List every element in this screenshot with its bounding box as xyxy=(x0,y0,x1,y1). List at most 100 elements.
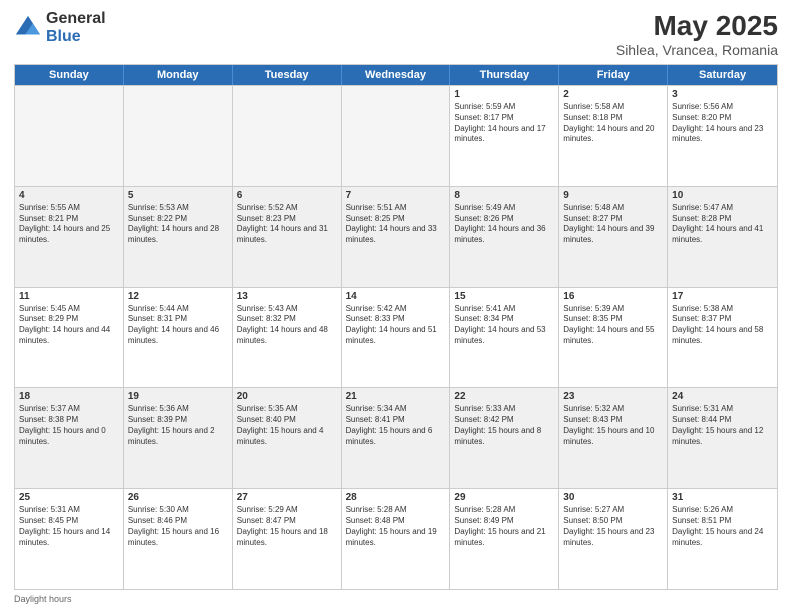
day-cell-11: 11Sunrise: 5:45 AMSunset: 8:29 PMDayligh… xyxy=(15,288,124,388)
cell-info-19: Sunrise: 5:36 AMSunset: 8:39 PMDaylight:… xyxy=(128,404,228,447)
cell-info-6: Sunrise: 5:52 AMSunset: 8:23 PMDaylight:… xyxy=(237,203,337,246)
day-cell-6: 6 Sunrise: 5:52 AMSunset: 8:23 PMDaylight… xyxy=(233,187,342,287)
day-cell-3: 3 Sunrise: 5:56 AMSunset: 8:20 PMDaylight… xyxy=(668,86,777,186)
day-number-21: 21 xyxy=(346,391,446,402)
empty-cell-0-3 xyxy=(342,86,451,186)
day-cell-7: 7Sunrise: 5:51 AMSunset: 8:25 PMDaylight… xyxy=(342,187,451,287)
footer: Daylight hours xyxy=(14,594,778,604)
day-number-20: 20 xyxy=(237,391,337,402)
cell-info-28: Sunrise: 5:28 AMSunset: 8:48 PMDaylight:… xyxy=(346,505,446,548)
day-number-9: 9 xyxy=(563,190,663,201)
day-cell-2: 2 Sunrise: 5:58 AMSunset: 8:18 PMDaylight… xyxy=(559,86,668,186)
day-cell-9: 9 Sunrise: 5:48 AMSunset: 8:27 PMDaylight… xyxy=(559,187,668,287)
day-number-30: 30 xyxy=(563,492,663,503)
day-number-19: 19 xyxy=(128,391,228,402)
cell-info-26: Sunrise: 5:30 AMSunset: 8:46 PMDaylight:… xyxy=(128,505,228,548)
cell-info-23: Sunrise: 5:32 AMSunset: 8:43 PMDaylight:… xyxy=(563,404,663,447)
header-friday: Friday xyxy=(559,65,668,85)
day-number-28: 28 xyxy=(346,492,446,503)
cell-info-4: Sunrise: 5:55 AMSunset: 8:21 PMDaylight:… xyxy=(19,203,119,246)
cell-info-12: Sunrise: 5:44 AMSunset: 8:31 PMDaylight:… xyxy=(128,304,228,347)
week-row-5: 25 Sunrise: 5:31 AMSunset: 8:45 PMDayligh… xyxy=(15,488,777,589)
day-cell-27: 27Sunrise: 5:29 AMSunset: 8:47 PMDayligh… xyxy=(233,489,342,589)
day-number-2: 2 xyxy=(563,89,663,100)
header-monday: Monday xyxy=(124,65,233,85)
cell-info-3: Sunrise: 5:56 AMSunset: 8:20 PMDaylight:… xyxy=(672,102,773,145)
cell-info-9: Sunrise: 5:48 AMSunset: 8:27 PMDaylight:… xyxy=(563,203,663,246)
day-cell-1: 1 Sunrise: 5:59 AMSunset: 8:17 PMDaylight… xyxy=(450,86,559,186)
header-sunday: Sunday xyxy=(15,65,124,85)
day-cell-10: 10 Sunrise: 5:47 AMSunset: 8:28 PMDayligh… xyxy=(668,187,777,287)
day-number-26: 26 xyxy=(128,492,228,503)
day-cell-14: 14Sunrise: 5:42 AMSunset: 8:33 PMDayligh… xyxy=(342,288,451,388)
cell-info-29: Sunrise: 5:28 AMSunset: 8:49 PMDaylight:… xyxy=(454,505,554,548)
day-cell-15: 15Sunrise: 5:41 AMSunset: 8:34 PMDayligh… xyxy=(450,288,559,388)
empty-cell-0-2 xyxy=(233,86,342,186)
logo-blue-text: Blue xyxy=(46,28,106,46)
week-row-2: 4 Sunrise: 5:55 AMSunset: 8:21 PMDaylight… xyxy=(15,186,777,287)
logo-general-text: General xyxy=(46,10,106,28)
day-cell-8: 8 Sunrise: 5:49 AMSunset: 8:26 PMDaylight… xyxy=(450,187,559,287)
day-number-11: 11 xyxy=(19,291,119,302)
cell-info-2: Sunrise: 5:58 AMSunset: 8:18 PMDaylight:… xyxy=(563,102,663,145)
logo-text: General Blue xyxy=(46,10,106,45)
cell-info-10: Sunrise: 5:47 AMSunset: 8:28 PMDaylight:… xyxy=(672,203,773,246)
day-cell-25: 25 Sunrise: 5:31 AMSunset: 8:45 PMDayligh… xyxy=(15,489,124,589)
day-number-3: 3 xyxy=(672,89,773,100)
title-location: Sihlea, Vrancea, Romania xyxy=(616,42,778,58)
day-cell-17: 17Sunrise: 5:38 AMSunset: 8:37 PMDayligh… xyxy=(668,288,777,388)
cell-info-22: Sunrise: 5:33 AMSunset: 8:42 PMDaylight:… xyxy=(454,404,554,447)
calendar: Sunday Monday Tuesday Wednesday Thursday… xyxy=(14,64,778,590)
cell-info-30: Sunrise: 5:27 AMSunset: 8:50 PMDaylight:… xyxy=(563,505,663,548)
cell-info-14: Sunrise: 5:42 AMSunset: 8:33 PMDaylight:… xyxy=(346,304,446,347)
day-cell-24: 24 Sunrise: 5:31 AMSunset: 8:44 PMDayligh… xyxy=(668,388,777,488)
cell-info-25: Sunrise: 5:31 AMSunset: 8:45 PMDaylight:… xyxy=(19,505,119,548)
title-block: May 2025 Sihlea, Vrancea, Romania xyxy=(616,10,778,58)
cell-info-1: Sunrise: 5:59 AMSunset: 8:17 PMDaylight:… xyxy=(454,102,554,145)
day-number-22: 22 xyxy=(454,391,554,402)
day-cell-31: 31Sunrise: 5:26 AMSunset: 8:51 PMDayligh… xyxy=(668,489,777,589)
day-cell-30: 30 Sunrise: 5:27 AMSunset: 8:50 PMDayligh… xyxy=(559,489,668,589)
day-number-1: 1 xyxy=(454,89,554,100)
day-number-29: 29 xyxy=(454,492,554,503)
day-cell-26: 26 Sunrise: 5:30 AMSunset: 8:46 PMDayligh… xyxy=(124,489,233,589)
day-number-10: 10 xyxy=(672,190,773,201)
page: General Blue May 2025 Sihlea, Vrancea, R… xyxy=(0,0,792,612)
week-row-4: 18Sunrise: 5:37 AMSunset: 8:38 PMDayligh… xyxy=(15,387,777,488)
cell-info-8: Sunrise: 5:49 AMSunset: 8:26 PMDaylight:… xyxy=(454,203,554,246)
day-number-18: 18 xyxy=(19,391,119,402)
day-number-25: 25 xyxy=(19,492,119,503)
day-cell-20: 20Sunrise: 5:35 AMSunset: 8:40 PMDayligh… xyxy=(233,388,342,488)
day-cell-18: 18Sunrise: 5:37 AMSunset: 8:38 PMDayligh… xyxy=(15,388,124,488)
empty-cell-0-1 xyxy=(124,86,233,186)
logo-icon xyxy=(14,14,42,42)
week-row-3: 11Sunrise: 5:45 AMSunset: 8:29 PMDayligh… xyxy=(15,287,777,388)
header-wednesday: Wednesday xyxy=(342,65,451,85)
cell-info-17: Sunrise: 5:38 AMSunset: 8:37 PMDaylight:… xyxy=(672,304,773,347)
cell-info-24: Sunrise: 5:31 AMSunset: 8:44 PMDaylight:… xyxy=(672,404,773,447)
day-number-6: 6 xyxy=(237,190,337,201)
cell-info-7: Sunrise: 5:51 AMSunset: 8:25 PMDaylight:… xyxy=(346,203,446,246)
cell-info-31: Sunrise: 5:26 AMSunset: 8:51 PMDaylight:… xyxy=(672,505,773,548)
day-number-8: 8 xyxy=(454,190,554,201)
header-tuesday: Tuesday xyxy=(233,65,342,85)
day-cell-4: 4 Sunrise: 5:55 AMSunset: 8:21 PMDaylight… xyxy=(15,187,124,287)
day-number-13: 13 xyxy=(237,291,337,302)
day-cell-29: 29 Sunrise: 5:28 AMSunset: 8:49 PMDayligh… xyxy=(450,489,559,589)
day-cell-16: 16Sunrise: 5:39 AMSunset: 8:35 PMDayligh… xyxy=(559,288,668,388)
day-number-24: 24 xyxy=(672,391,773,402)
cell-info-13: Sunrise: 5:43 AMSunset: 8:32 PMDaylight:… xyxy=(237,304,337,347)
logo: General Blue xyxy=(14,10,106,45)
day-number-4: 4 xyxy=(19,190,119,201)
day-number-15: 15 xyxy=(454,291,554,302)
day-cell-13: 13 Sunrise: 5:43 AMSunset: 8:32 PMDayligh… xyxy=(233,288,342,388)
empty-cell-0-0 xyxy=(15,86,124,186)
day-number-23: 23 xyxy=(563,391,663,402)
calendar-header: Sunday Monday Tuesday Wednesday Thursday… xyxy=(15,65,777,85)
day-cell-22: 22 Sunrise: 5:33 AMSunset: 8:42 PMDayligh… xyxy=(450,388,559,488)
cell-info-21: Sunrise: 5:34 AMSunset: 8:41 PMDaylight:… xyxy=(346,404,446,447)
calendar-body: 1 Sunrise: 5:59 AMSunset: 8:17 PMDaylight… xyxy=(15,85,777,589)
week-row-1: 1 Sunrise: 5:59 AMSunset: 8:17 PMDaylight… xyxy=(15,85,777,186)
cell-info-5: Sunrise: 5:53 AMSunset: 8:22 PMDaylight:… xyxy=(128,203,228,246)
day-number-27: 27 xyxy=(237,492,337,503)
